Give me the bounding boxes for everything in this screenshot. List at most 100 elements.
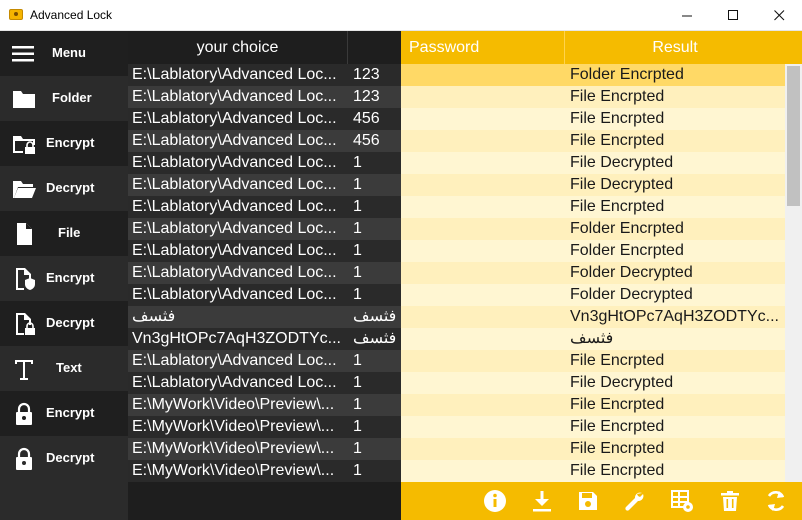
cell-password-preview[interactable]: 123: [348, 64, 401, 86]
cell-password[interactable]: [401, 328, 565, 350]
cell-choice[interactable]: E:\Lablatory\Advanced Loc...: [128, 196, 348, 218]
cell-password-preview[interactable]: 1: [348, 372, 401, 394]
cell-choice[interactable]: Vn3gHtOPc7AqH3ZODTYc...: [128, 328, 348, 350]
cell-password-preview[interactable]: 1: [348, 460, 401, 482]
history-grid[interactable]: your choice Password Result E:\Lablatory…: [128, 31, 802, 482]
table-row[interactable]: E:\MyWork\Video\Preview\... 1 File Encrpte…: [128, 416, 785, 438]
table-row[interactable]: E:\MyWork\Video\Preview\... 1 File Encrpte…: [128, 438, 785, 460]
cell-choice[interactable]: E:\Lablatory\Advanced Loc...: [128, 130, 348, 152]
folder-decrypt-button[interactable]: Decrypt: [0, 166, 128, 211]
cell-choice[interactable]: E:\Lablatory\Advanced Loc...: [128, 350, 348, 372]
info-button[interactable]: [482, 488, 508, 514]
cell-result[interactable]: File Encrpted: [565, 86, 785, 108]
cell-result[interactable]: File Decrypted: [565, 174, 785, 196]
cell-password-preview[interactable]: 1: [348, 240, 401, 262]
cell-password[interactable]: [401, 108, 565, 130]
cell-choice[interactable]: فثسف: [128, 306, 348, 328]
cell-password-preview[interactable]: 456: [348, 130, 401, 152]
cell-password-preview[interactable]: فثسف: [348, 328, 401, 350]
cell-result[interactable]: File Encrpted: [565, 460, 785, 482]
cell-password[interactable]: [401, 218, 565, 240]
cell-password[interactable]: [401, 394, 565, 416]
cell-result[interactable]: Folder Decrypted: [565, 262, 785, 284]
cell-choice[interactable]: E:\Lablatory\Advanced Loc...: [128, 86, 348, 108]
cell-password[interactable]: [401, 240, 565, 262]
cell-choice[interactable]: E:\MyWork\Video\Preview\...: [128, 394, 348, 416]
cell-password[interactable]: [401, 152, 565, 174]
folder-encrypt-button[interactable]: Encrypt: [0, 121, 128, 166]
column-header-password[interactable]: Password: [401, 31, 565, 64]
cell-choice[interactable]: E:\Lablatory\Advanced Loc...: [128, 372, 348, 394]
cell-password[interactable]: [401, 284, 565, 306]
column-header-choice[interactable]: your choice: [128, 31, 348, 64]
table-row[interactable]: Vn3gHtOPc7AqH3ZODTYc... فثسف فثسف: [128, 328, 785, 350]
table-row[interactable]: E:\Lablatory\Advanced Loc... 456 File Encr…: [128, 130, 785, 152]
cell-choice[interactable]: E:\Lablatory\Advanced Loc...: [128, 174, 348, 196]
cell-password-preview[interactable]: 1: [348, 152, 401, 174]
cell-password-preview[interactable]: 456: [348, 108, 401, 130]
download-button[interactable]: [529, 488, 555, 514]
cell-password-preview[interactable]: 1: [348, 394, 401, 416]
settings-button[interactable]: [621, 488, 647, 514]
refresh-button[interactable]: [763, 488, 789, 514]
cell-result[interactable]: Folder Encrpted: [565, 240, 785, 262]
cell-result[interactable]: Vn3gHtOPc7AqH3ZODTYc...: [565, 306, 785, 328]
cell-password[interactable]: [401, 64, 565, 86]
cell-password[interactable]: [401, 306, 565, 328]
cell-result[interactable]: File Encrpted: [565, 394, 785, 416]
cell-choice[interactable]: E:\Lablatory\Advanced Loc...: [128, 284, 348, 306]
cell-password-preview[interactable]: 1: [348, 284, 401, 306]
cell-choice[interactable]: E:\MyWork\Video\Preview\...: [128, 438, 348, 460]
menu-button[interactable]: Menu: [0, 31, 128, 76]
table-row[interactable]: E:\Lablatory\Advanced Loc... 1 File Decryp…: [128, 152, 785, 174]
cell-password-preview[interactable]: 1: [348, 262, 401, 284]
cell-choice[interactable]: E:\Lablatory\Advanced Loc...: [128, 240, 348, 262]
cell-password[interactable]: [401, 372, 565, 394]
cell-password[interactable]: [401, 174, 565, 196]
grid-settings-button[interactable]: [669, 488, 695, 514]
text-encrypt-button[interactable]: Encrypt: [0, 391, 128, 436]
cell-password[interactable]: [401, 416, 565, 438]
file-encrypt-button[interactable]: Encrypt: [0, 256, 128, 301]
cell-choice[interactable]: E:\Lablatory\Advanced Loc...: [128, 108, 348, 130]
table-row[interactable]: E:\Lablatory\Advanced Loc... 1 File Decryp…: [128, 372, 785, 394]
cell-password[interactable]: [401, 460, 565, 482]
cell-password-preview[interactable]: 1: [348, 350, 401, 372]
cell-choice[interactable]: E:\Lablatory\Advanced Loc...: [128, 262, 348, 284]
cell-choice[interactable]: E:\Lablatory\Advanced Loc...: [128, 64, 348, 86]
cell-password-preview[interactable]: 1: [348, 196, 401, 218]
table-row[interactable]: E:\Lablatory\Advanced Loc... 1 Folder Encr…: [128, 240, 785, 262]
cell-result[interactable]: File Encrpted: [565, 438, 785, 460]
cell-result[interactable]: فثسف: [565, 328, 785, 350]
cell-result[interactable]: File Decrypted: [565, 372, 785, 394]
table-row[interactable]: E:\Lablatory\Advanced Loc... 123 File Encr…: [128, 86, 785, 108]
table-row[interactable]: E:\Lablatory\Advanced Loc... 1 File Encrpt…: [128, 350, 785, 372]
scrollbar-thumb[interactable]: [787, 66, 800, 206]
delete-button[interactable]: [717, 488, 743, 514]
cell-result[interactable]: Folder Decrypted: [565, 284, 785, 306]
vertical-scrollbar[interactable]: [785, 64, 802, 482]
text-decrypt-button[interactable]: Decrypt: [0, 436, 128, 481]
cell-password[interactable]: [401, 438, 565, 460]
cell-choice[interactable]: E:\MyWork\Video\Preview\...: [128, 460, 348, 482]
cell-password[interactable]: [401, 350, 565, 372]
cell-password-preview[interactable]: 1: [348, 174, 401, 196]
cell-choice[interactable]: E:\MyWork\Video\Preview\...: [128, 416, 348, 438]
cell-result[interactable]: File Decrypted: [565, 152, 785, 174]
cell-password[interactable]: [401, 86, 565, 108]
cell-password-preview[interactable]: 123: [348, 86, 401, 108]
table-row[interactable]: E:\Lablatory\Advanced Loc... 1 Folder Encr…: [128, 218, 785, 240]
cell-result[interactable]: File Encrpted: [565, 416, 785, 438]
cell-result[interactable]: File Encrpted: [565, 350, 785, 372]
table-row[interactable]: E:\Lablatory\Advanced Loc... 123 Folder En…: [128, 64, 785, 86]
table-row[interactable]: E:\MyWork\Video\Preview\... 1 File Encrpte…: [128, 460, 785, 482]
cell-choice[interactable]: E:\Lablatory\Advanced Loc...: [128, 218, 348, 240]
table-row[interactable]: E:\MyWork\Video\Preview\... 1 File Encrpte…: [128, 394, 785, 416]
maximize-button[interactable]: [710, 0, 756, 31]
cell-password-preview[interactable]: فثسف: [348, 306, 401, 328]
cell-password[interactable]: [401, 196, 565, 218]
column-header-result[interactable]: Result: [565, 31, 785, 64]
cell-password-preview[interactable]: 1: [348, 416, 401, 438]
table-row[interactable]: E:\Lablatory\Advanced Loc... 1 File Encrpt…: [128, 196, 785, 218]
cell-password[interactable]: [401, 262, 565, 284]
